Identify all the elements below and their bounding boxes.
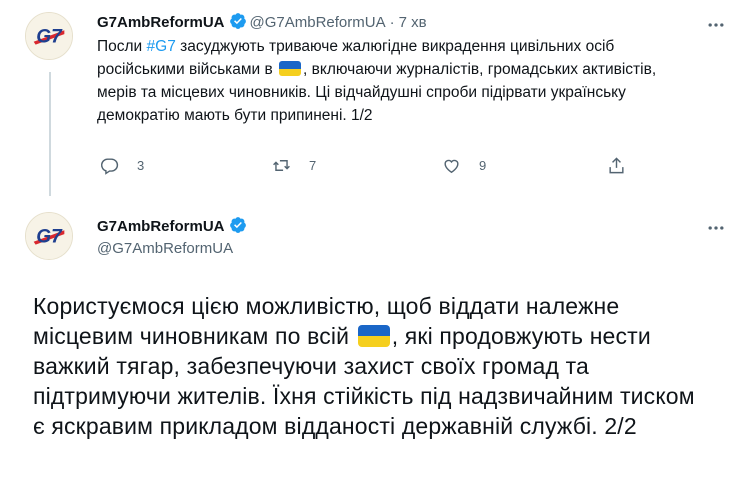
- display-name[interactable]: G7AmbReformUA: [97, 218, 225, 235]
- avatar[interactable]: G7: [25, 12, 73, 60]
- like-button[interactable]: 9: [442, 156, 486, 175]
- avatar[interactable]: G7: [25, 212, 73, 260]
- handle[interactable]: @G7AmbReformUA: [250, 14, 386, 31]
- retweet-icon: [273, 160, 290, 171]
- reply-icon: [100, 158, 119, 175]
- share-icon: [609, 157, 624, 174]
- tweet1-header: G7AmbReformUA @G7AmbReformUA · 7 хв: [97, 12, 427, 34]
- retweet-button[interactable]: 7: [272, 156, 316, 175]
- separator-dot: ·: [389, 14, 395, 31]
- reply-button[interactable]: 3: [100, 156, 144, 175]
- thread-connector-line: [49, 72, 51, 196]
- tweet2-text: Користуємося цією можливістю, щоб віддат…: [33, 291, 713, 441]
- reply-count: 3: [137, 158, 145, 173]
- more-options-button[interactable]: [705, 217, 727, 239]
- g7-logo-icon: G7: [26, 213, 72, 259]
- ukraine-flag-icon: [279, 61, 302, 76]
- tweet1-text-part1: Посли: [97, 38, 147, 55]
- g7-logo-icon: G7: [26, 13, 72, 59]
- like-count: 9: [479, 158, 487, 173]
- tweet1-text: Посли #G7 засуджують триваюче жалюгідне …: [97, 35, 697, 127]
- display-name[interactable]: G7AmbReformUA: [97, 14, 225, 31]
- svg-text:G7: G7: [36, 227, 63, 248]
- tweet2-header: G7AmbReformUA @G7AmbReformUA: [97, 216, 250, 260]
- ukraine-flag-icon: [357, 325, 390, 347]
- verified-icon: [229, 13, 246, 29]
- timestamp[interactable]: 7 хв: [399, 14, 427, 31]
- tweet1-actions: 3 7 9: [97, 156, 657, 182]
- retweet-count: 7: [309, 158, 317, 173]
- handle[interactable]: @G7AmbReformUA: [97, 238, 250, 260]
- like-icon: [444, 159, 459, 174]
- verified-icon: [229, 217, 246, 233]
- share-button[interactable]: [607, 156, 644, 175]
- svg-text:G7: G7: [36, 27, 63, 48]
- hashtag-link[interactable]: #G7: [147, 38, 176, 55]
- more-icon: [708, 23, 724, 27]
- more-options-button[interactable]: [705, 14, 727, 36]
- more-icon: [708, 226, 724, 230]
